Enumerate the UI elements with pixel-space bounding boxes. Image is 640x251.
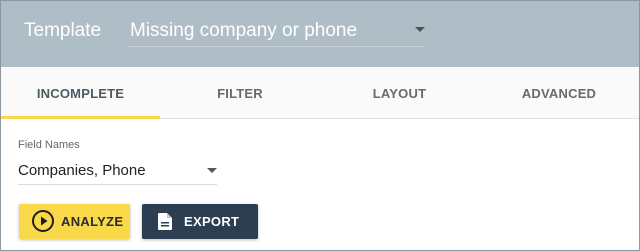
chevron-down-icon [415,27,425,32]
tab-layout[interactable]: LAYOUT [320,67,479,119]
document-icon [158,213,172,230]
tab-advanced[interactable]: ADVANCED [479,67,639,119]
template-panel: Template Missing company or phone INCOMP… [0,0,640,251]
template-select[interactable]: Missing company or phone [129,15,425,47]
analyze-label: ANALYZE [61,214,124,229]
play-circle-icon [32,210,54,232]
tab-filter[interactable]: FILTER [160,67,320,119]
analyze-button[interactable]: ANALYZE [19,204,130,239]
tab-content-incomplete: Field Names Companies, Phone ANALYZE EXP… [1,120,639,250]
export-label: EXPORT [184,214,240,229]
header-title: Template [24,20,102,41]
header-bar: Template Missing company or phone [1,1,639,67]
field-names-value: Companies, Phone [18,162,146,179]
chevron-down-icon [207,168,217,173]
template-select-value: Missing company or phone [130,20,358,41]
field-names-select[interactable]: Companies, Phone [18,158,217,185]
tab-incomplete[interactable]: INCOMPLETE [1,67,160,119]
export-button[interactable]: EXPORT [142,204,258,239]
tab-bar: INCOMPLETE FILTER LAYOUT ADVANCED [1,67,639,119]
active-tab-indicator [1,116,160,119]
field-names-label: Field Names [18,139,80,151]
